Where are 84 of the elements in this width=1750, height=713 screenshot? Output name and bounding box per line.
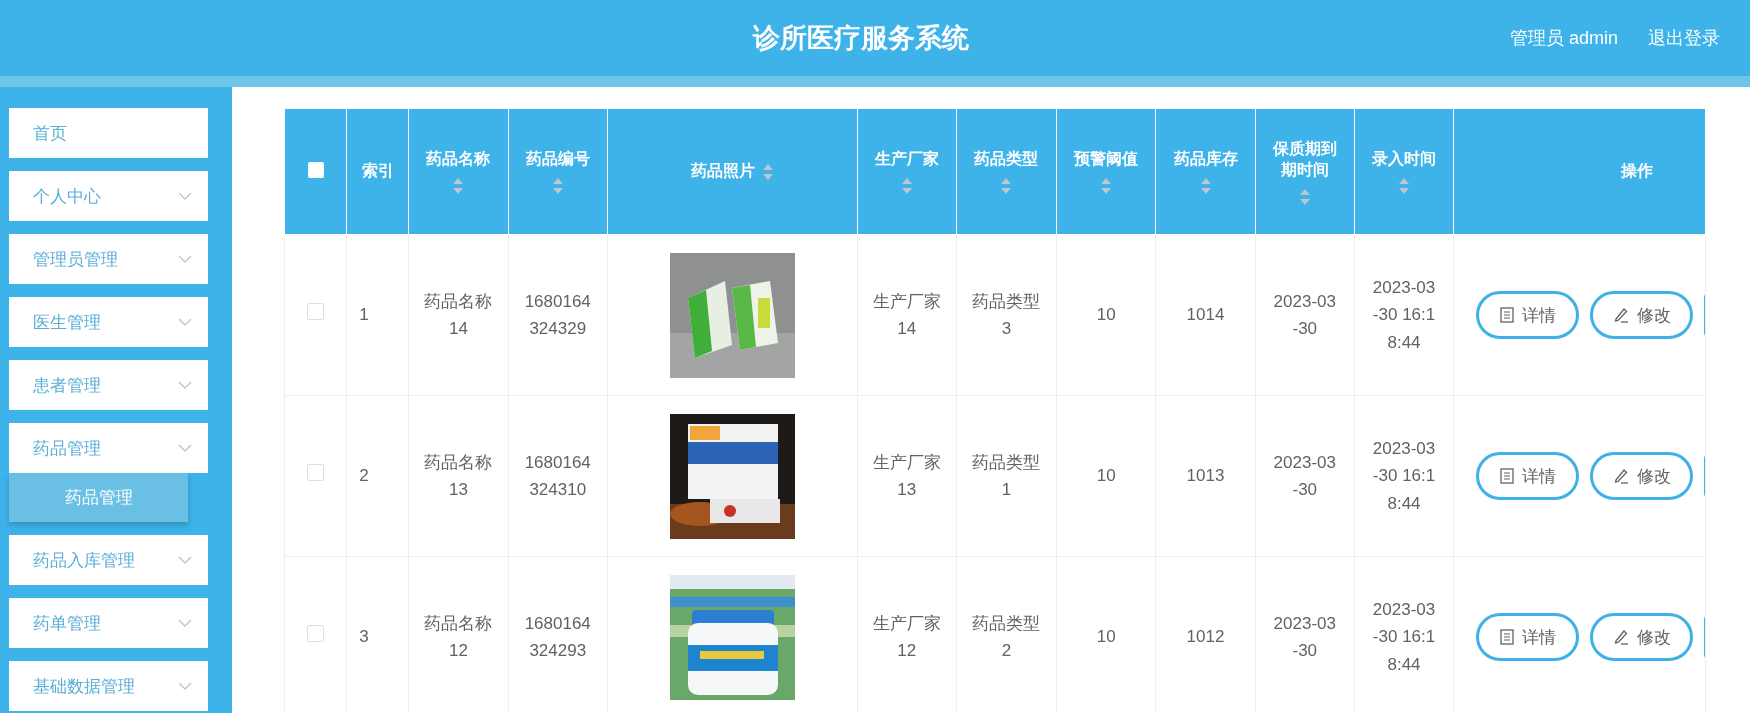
user-name: 管理员 admin bbox=[1509, 27, 1618, 50]
menu-item[interactable]: 药品入库管理 bbox=[9, 535, 208, 585]
sort-icon[interactable] bbox=[1001, 178, 1012, 194]
chevron-down-icon bbox=[178, 682, 192, 690]
table-cell: 2023-03-30 16:18:44 bbox=[1372, 439, 1436, 513]
table-cell: 药品类型3 bbox=[972, 291, 1041, 338]
table-cell: 药品名称12 bbox=[424, 613, 493, 660]
sort-icon[interactable] bbox=[1299, 188, 1310, 205]
table-cell: 2023-03-30 bbox=[1273, 291, 1336, 338]
edit-button[interactable]: 修改 bbox=[1590, 452, 1694, 500]
row-checkbox[interactable] bbox=[307, 464, 325, 482]
column-header: 药品名称 bbox=[426, 149, 491, 169]
edit-button[interactable]: 修改 bbox=[1590, 291, 1694, 339]
column-header: 预警阈值 bbox=[1074, 149, 1139, 169]
document-icon bbox=[1499, 629, 1514, 645]
table-cell: 1680164324329 bbox=[524, 291, 591, 338]
pencil-icon bbox=[1612, 468, 1629, 484]
column-header: 药品库存 bbox=[1173, 149, 1238, 169]
table-cell: 2 bbox=[359, 466, 369, 486]
menu-item[interactable]: 医生管理 bbox=[9, 297, 208, 347]
row-checkbox[interactable] bbox=[307, 625, 325, 643]
column-header: 保质期到期时间 bbox=[1271, 138, 1338, 180]
table-cell: 生产厂家13 bbox=[872, 452, 941, 499]
menu-item[interactable]: 首页 bbox=[9, 108, 208, 158]
table-cell: 药品类型2 bbox=[972, 613, 1041, 660]
menu-item[interactable]: 药品管理 bbox=[9, 423, 208, 473]
table-cell: 10 bbox=[1096, 466, 1116, 486]
table-cell: 3 bbox=[359, 627, 369, 647]
sort-icon[interactable] bbox=[1101, 178, 1112, 194]
row-checkbox[interactable] bbox=[307, 303, 325, 321]
chevron-down-icon bbox=[178, 619, 192, 627]
menu-item[interactable]: 个人中心 bbox=[9, 171, 208, 221]
document-icon bbox=[1499, 468, 1514, 484]
submenu-item[interactable]: 药品管理 bbox=[9, 473, 188, 522]
column-header: 药品编号 bbox=[525, 149, 590, 169]
column-header: 操作 bbox=[1621, 161, 1653, 181]
chevron-down-icon bbox=[178, 192, 192, 200]
document-icon bbox=[1499, 307, 1514, 323]
table-cell: 2023-03-30 16:18:44 bbox=[1372, 278, 1436, 352]
sort-icon[interactable] bbox=[552, 178, 563, 194]
details-button[interactable]: 详情 bbox=[1476, 452, 1580, 500]
details-button[interactable]: 详情 bbox=[1476, 291, 1580, 339]
edit-button[interactable]: 修改 bbox=[1590, 613, 1694, 661]
sort-icon[interactable] bbox=[1200, 178, 1211, 194]
table-cell: 1014 bbox=[1186, 305, 1225, 325]
table-cell: 1013 bbox=[1186, 466, 1225, 486]
table-cell: 药品名称13 bbox=[424, 452, 493, 499]
table-cell: 1680164324310 bbox=[524, 452, 591, 499]
menu-item[interactable]: 药单管理 bbox=[9, 598, 208, 648]
chevron-down-icon bbox=[178, 255, 192, 263]
sort-icon[interactable] bbox=[763, 163, 774, 180]
chevron-down-icon bbox=[178, 444, 192, 452]
table-cell: 药品名称14 bbox=[424, 291, 493, 338]
table-cell: 1680164324293 bbox=[524, 613, 591, 660]
app-title: 诊所医疗服务系统 bbox=[751, 22, 970, 55]
menu-item[interactable]: 患者管理 bbox=[9, 360, 208, 410]
table-cell: 生产厂家12 bbox=[872, 613, 941, 660]
column-header: 录入时间 bbox=[1372, 149, 1437, 169]
menu-item[interactable]: 基础数据管理 bbox=[9, 661, 208, 711]
table-cell: 10 bbox=[1096, 627, 1116, 647]
column-header: 生产厂家 bbox=[874, 149, 939, 169]
table-cell: 2023-03-30 16:18:44 bbox=[1372, 600, 1436, 674]
table-cell: 2023-03-30 bbox=[1273, 452, 1336, 499]
table-cell: 2023-03-30 bbox=[1273, 613, 1336, 660]
select-all-checkbox[interactable] bbox=[307, 161, 324, 178]
sort-icon[interactable] bbox=[453, 178, 464, 194]
column-header: 索引 bbox=[361, 161, 394, 181]
chevron-down-icon bbox=[178, 556, 192, 564]
menu-item[interactable]: 管理员管理 bbox=[9, 234, 208, 284]
chevron-down-icon bbox=[178, 381, 192, 389]
chevron-down-icon bbox=[178, 318, 192, 326]
table-cell: 药品类型1 bbox=[972, 452, 1041, 499]
logout-link[interactable]: 退出登录 bbox=[1648, 26, 1720, 50]
sort-icon[interactable] bbox=[1399, 178, 1410, 194]
column-header: 药品照片 bbox=[691, 161, 756, 181]
column-header: 药品类型 bbox=[974, 149, 1039, 169]
pencil-icon bbox=[1612, 629, 1629, 645]
table-cell: 10 bbox=[1096, 305, 1116, 325]
table-cell: 生产厂家14 bbox=[872, 291, 941, 338]
sort-icon[interactable] bbox=[901, 178, 912, 194]
details-button[interactable]: 详情 bbox=[1476, 613, 1580, 661]
pencil-icon bbox=[1612, 307, 1629, 323]
table-cell: 1 bbox=[359, 305, 369, 325]
table-cell: 1012 bbox=[1186, 627, 1225, 647]
